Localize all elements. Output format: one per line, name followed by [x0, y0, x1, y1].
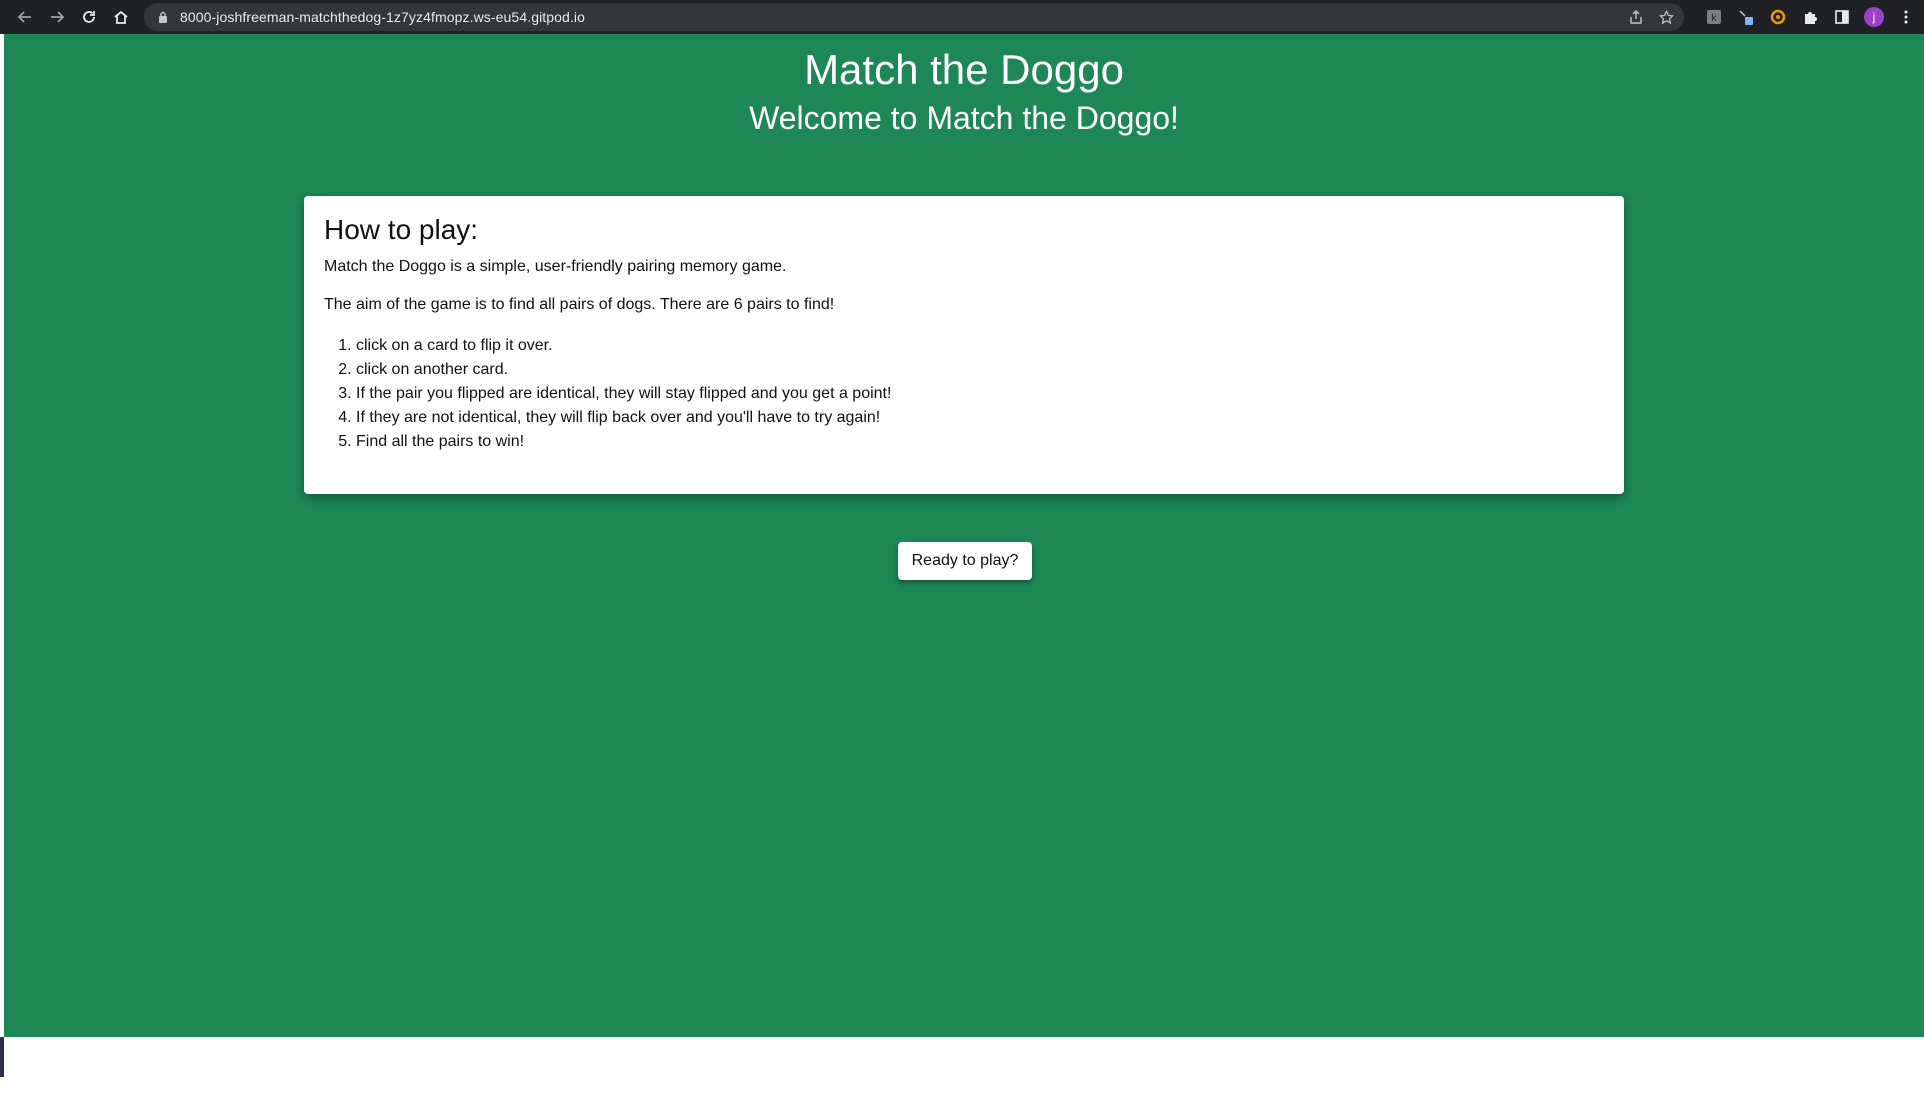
puzzle-icon[interactable] [1800, 7, 1820, 27]
address-bar[interactable]: 8000-joshfreeman-matchthedog-1z7yz4fmopz… [144, 3, 1684, 31]
browser-extensions: k j [1704, 0, 1916, 34]
instructions-steps: click on a card to flip it over. click o… [324, 334, 1604, 454]
instruction-step: Find all the pairs to win! [356, 430, 1604, 454]
ready-to-play-button[interactable]: Ready to play? [898, 542, 1032, 580]
browser-toolbar: 8000-joshfreeman-matchthedog-1z7yz4fmopz… [0, 0, 1924, 34]
kebab-menu-icon[interactable] [1896, 7, 1916, 27]
instruction-step: click on another card. [356, 358, 1604, 382]
instruction-step: If they are not identical, they will fli… [356, 406, 1604, 430]
page-title: Match the Doggo [804, 46, 1124, 93]
extension-color-picker-icon[interactable] [1736, 7, 1756, 27]
home-icon[interactable] [105, 0, 137, 34]
instructions-intro: Match the Doggo is a simple, user-friend… [324, 258, 787, 275]
address-bar-actions [1626, 3, 1676, 31]
reload-icon[interactable] [73, 0, 105, 34]
svg-text:k: k [1711, 13, 1717, 24]
star-icon[interactable] [1656, 7, 1676, 27]
back-arrow-icon[interactable] [9, 0, 41, 34]
instructions-card: How to play: Match the Doggo is a simple… [304, 196, 1624, 494]
instruction-step: click on a card to flip it over. [356, 334, 1604, 358]
profile-avatar[interactable]: j [1864, 7, 1884, 27]
forward-arrow-icon[interactable] [41, 0, 73, 34]
side-panel-icon[interactable] [1832, 7, 1852, 27]
instruction-step: If the pair you flipped are identical, t… [356, 382, 1604, 406]
instructions-aim: The aim of the game is to find all pairs… [324, 296, 835, 313]
page-subtitle: Welcome to Match the Doggo! [749, 100, 1179, 136]
extension-k-icon[interactable]: k [1704, 7, 1724, 27]
game-page: Match the Doggo Welcome to Match the Dog… [4, 34, 1924, 1037]
extension-orange-icon[interactable] [1768, 7, 1788, 27]
window-edge-dark [0, 1037, 4, 1077]
share-icon[interactable] [1626, 7, 1646, 27]
url-text[interactable]: 8000-joshfreeman-matchthedog-1z7yz4fmopz… [180, 9, 585, 25]
navigation-buttons [9, 0, 137, 34]
instructions-heading: How to play: [324, 214, 479, 245]
lock-icon[interactable] [156, 10, 170, 24]
